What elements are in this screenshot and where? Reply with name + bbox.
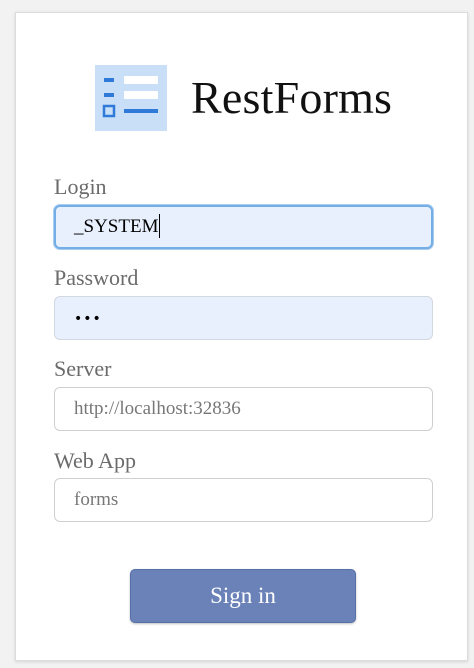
password-input[interactable]: •••: [54, 296, 433, 340]
server-input[interactable]: http://localhost:32836: [54, 387, 433, 431]
server-label: Server: [54, 356, 112, 381]
login-card: RestForms Login _SYSTEM Password ••• Ser…: [15, 12, 468, 661]
login-input[interactable]: _SYSTEM: [54, 205, 433, 249]
webapp-label: Web App: [54, 448, 136, 473]
text-caret: [159, 214, 161, 239]
login-label: Login: [54, 174, 107, 199]
webapp-input[interactable]: forms: [54, 478, 433, 522]
sign-in-button[interactable]: Sign in: [130, 569, 356, 623]
webapp-value: forms: [74, 489, 119, 510]
logo-row: RestForms: [95, 65, 392, 131]
password-label: Password: [54, 265, 139, 290]
password-value: •••: [74, 311, 102, 327]
server-value: http://localhost:32836: [74, 398, 241, 419]
login-value: _SYSTEM: [74, 216, 159, 237]
brand-title: RestForms: [191, 72, 393, 123]
form-list-icon: [95, 65, 167, 131]
